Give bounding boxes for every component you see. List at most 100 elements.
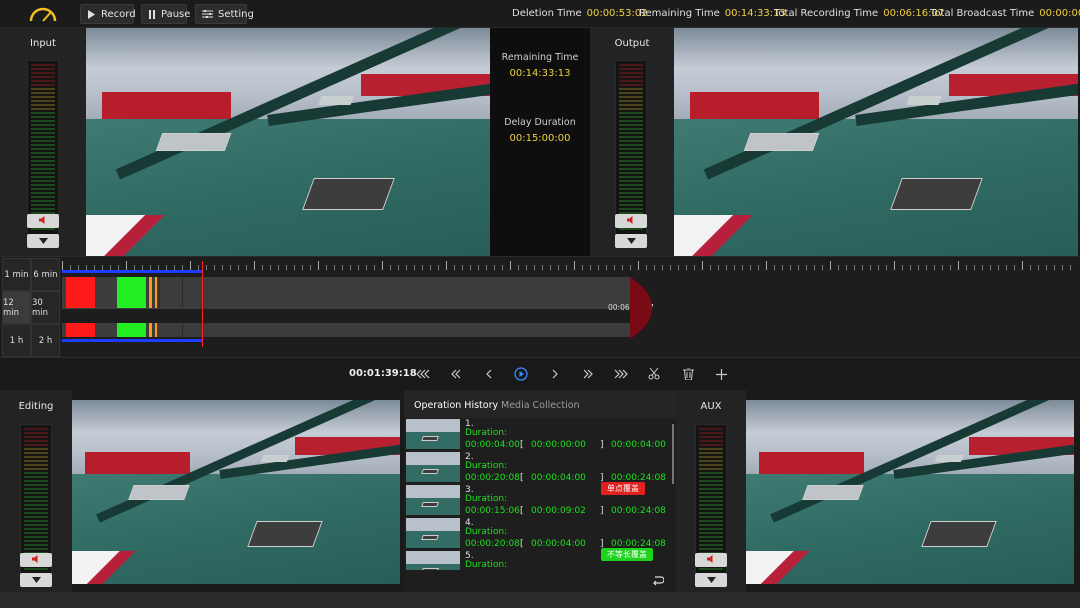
sub-track[interactable] bbox=[62, 323, 630, 337]
meter-segment bbox=[24, 432, 48, 434]
marker-orange-1[interactable] bbox=[149, 277, 152, 308]
history-row[interactable]: 2. Duration: 00:00:20:08[00:00:04:00] 00:00… bbox=[404, 451, 674, 495]
aux-video[interactable] bbox=[746, 400, 1074, 584]
meter-segment bbox=[699, 480, 723, 482]
input-side-panel: Input bbox=[0, 28, 86, 256]
history-row[interactable]: 4. Duration: 00:00:20:08[00:00:04:00] 00:00… bbox=[404, 517, 674, 561]
fast-rewind-icon[interactable] bbox=[449, 367, 463, 381]
ruler-tick bbox=[774, 265, 775, 270]
marker-orange-2[interactable] bbox=[155, 277, 157, 308]
fast-forward-icon[interactable] bbox=[581, 367, 595, 381]
meter-segment bbox=[619, 88, 643, 90]
meter-segment bbox=[24, 532, 48, 534]
ruler-tick bbox=[910, 265, 911, 270]
zoom-1min-button[interactable]: 1 min bbox=[2, 258, 31, 291]
meter-segment bbox=[24, 512, 48, 514]
editing-mute-button[interactable] bbox=[20, 553, 52, 567]
add-icon[interactable] bbox=[714, 367, 728, 381]
history-thumbnail bbox=[406, 485, 460, 515]
history-row[interactable]: 1. Duration: 00:00:04:00[00:00:00:00] 00:00… bbox=[404, 418, 674, 450]
info-remaining-label: Remaining Time bbox=[501, 52, 579, 63]
undo-icon[interactable] bbox=[652, 575, 665, 587]
aux-expand-button[interactable] bbox=[695, 573, 727, 587]
meter-segment bbox=[24, 496, 48, 498]
meter-segment bbox=[699, 456, 723, 458]
meter-segment bbox=[24, 516, 48, 518]
pause-button[interactable]: Pause bbox=[141, 4, 190, 24]
meter-segment bbox=[619, 168, 643, 170]
meter-segment bbox=[619, 120, 643, 122]
ruler-tick bbox=[406, 265, 407, 270]
output-video[interactable] bbox=[674, 28, 1078, 256]
step-forward-icon[interactable] bbox=[548, 367, 562, 381]
top-bar: Record Pause Setting Deletion Time 00:00:… bbox=[0, 0, 1080, 28]
marker-orange-1[interactable] bbox=[149, 323, 152, 337]
main-track[interactable] bbox=[62, 277, 630, 309]
playhead[interactable] bbox=[202, 261, 203, 347]
meter-segment bbox=[619, 68, 643, 70]
output-mute-button[interactable] bbox=[615, 214, 647, 228]
ruler-tick bbox=[302, 265, 303, 270]
clip-green[interactable] bbox=[117, 323, 146, 337]
ruler-tick bbox=[606, 265, 607, 270]
meter-segment bbox=[24, 568, 48, 570]
trash-icon[interactable] bbox=[681, 367, 695, 381]
history-list[interactable]: 1. Duration: 00:00:04:00[00:00:00:00] 00:00… bbox=[404, 418, 674, 570]
tab-operation-history[interactable]: Operation History bbox=[414, 400, 498, 411]
ruler-tick bbox=[982, 265, 983, 270]
input-mute-button[interactable] bbox=[27, 214, 59, 228]
editing-video[interactable] bbox=[72, 400, 400, 584]
input-expand-button[interactable] bbox=[27, 234, 59, 248]
meter-segment bbox=[699, 440, 723, 442]
meter-segment bbox=[619, 136, 643, 138]
clip-red[interactable] bbox=[66, 323, 95, 337]
record-button[interactable]: Record bbox=[80, 4, 136, 24]
ruler-tick bbox=[1070, 265, 1071, 270]
ruler-tick bbox=[454, 265, 455, 270]
scene-table bbox=[155, 132, 231, 152]
ruler-tick bbox=[126, 261, 127, 270]
meter-segment bbox=[699, 444, 723, 446]
step-back-icon[interactable] bbox=[482, 367, 496, 381]
ruler-tick bbox=[662, 265, 663, 270]
scene-table bbox=[921, 521, 997, 548]
zoom-12min-button[interactable]: 12 min bbox=[2, 291, 31, 324]
timeline[interactable]: 1 min 6 min 12 min 30 min 1 h 2 h 00:06:… bbox=[0, 256, 1080, 358]
meter-segment bbox=[699, 548, 723, 550]
output-expand-button[interactable] bbox=[615, 234, 647, 248]
editing-expand-button[interactable] bbox=[20, 573, 52, 587]
history-scrollbar[interactable] bbox=[672, 424, 674, 484]
meter-segment bbox=[24, 460, 48, 462]
jump-end-icon[interactable] bbox=[614, 367, 628, 381]
meter-segment bbox=[619, 228, 643, 230]
record-label: Record bbox=[101, 8, 136, 20]
ruler-tick bbox=[534, 265, 535, 270]
ruler-tick bbox=[358, 265, 359, 270]
timeline-ruler[interactable] bbox=[62, 261, 1076, 275]
meter-segment bbox=[24, 504, 48, 506]
clip-red[interactable] bbox=[66, 277, 95, 308]
current-time: 00:01:39:18 bbox=[349, 368, 417, 379]
aux-mute-button[interactable] bbox=[695, 553, 727, 567]
meter-segment bbox=[619, 160, 643, 162]
ruler-tick bbox=[430, 265, 431, 270]
jump-start-icon[interactable] bbox=[416, 367, 430, 381]
history-thumbnail bbox=[406, 551, 460, 570]
ruler-tick bbox=[590, 265, 591, 270]
ruler-tick bbox=[830, 261, 831, 270]
setting-button[interactable]: Setting bbox=[195, 4, 254, 24]
zoom-6min-button[interactable]: 6 min bbox=[31, 258, 60, 291]
zoom-2h-button[interactable]: 2 h bbox=[31, 324, 60, 357]
ruler-tick bbox=[702, 261, 703, 270]
ruler-tick bbox=[806, 265, 807, 270]
zoom-1h-button[interactable]: 1 h bbox=[2, 324, 31, 357]
ruler-tick bbox=[854, 265, 855, 270]
input-video[interactable] bbox=[86, 28, 490, 256]
zoom-30min-button[interactable]: 30 min bbox=[31, 291, 60, 324]
scissors-icon[interactable] bbox=[647, 367, 661, 381]
meter-segment bbox=[24, 468, 48, 470]
play-button-icon[interactable] bbox=[514, 367, 528, 381]
marker-orange-2[interactable] bbox=[155, 323, 157, 337]
tab-media-collection[interactable]: Media Collection bbox=[501, 400, 580, 411]
clip-green[interactable] bbox=[117, 277, 146, 308]
